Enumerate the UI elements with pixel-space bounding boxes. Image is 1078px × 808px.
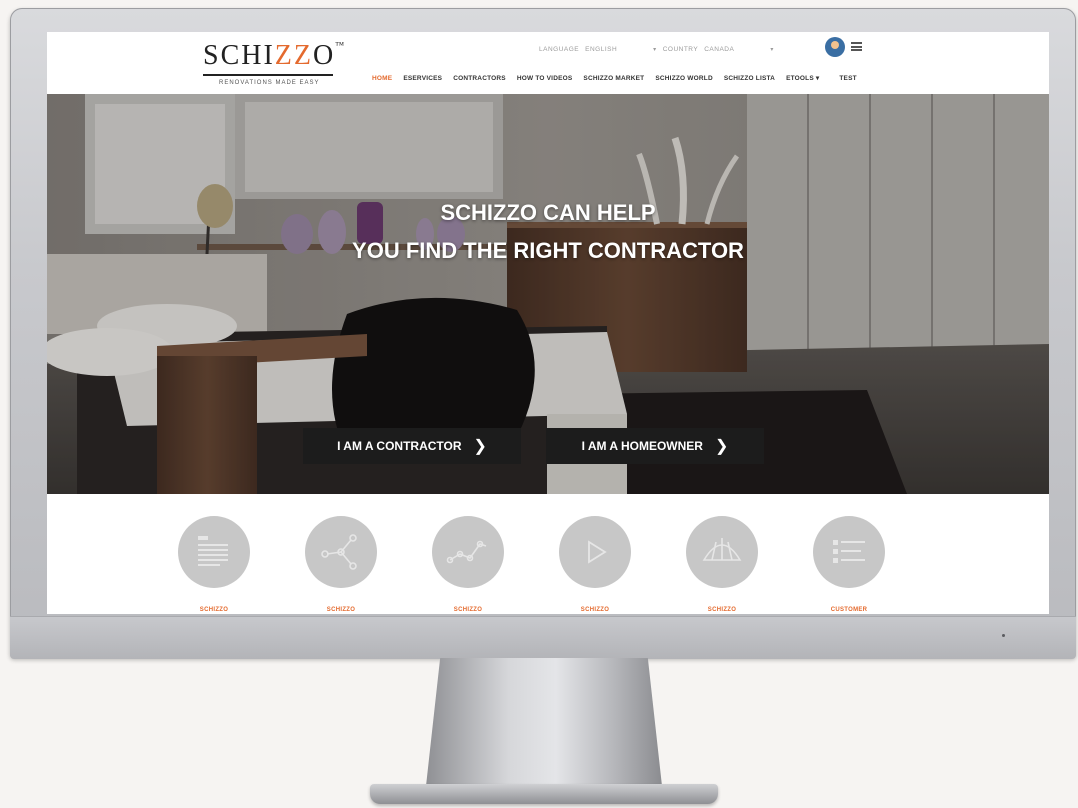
nav-item-test[interactable]: TEST [839, 75, 856, 82]
chevron-down-icon[interactable]: ▾ [653, 46, 657, 53]
logo-tagline: RENOVATIONS MADE EASY [219, 80, 320, 86]
monitor-chin [10, 616, 1076, 659]
locale-bar: LANGUAGE ENGLISH ▾ COUNTRY CANADA ▾ [539, 42, 780, 56]
nav-item-schizzo-world[interactable]: SCHIZZO WORLD [655, 75, 712, 82]
nav-item-eservices[interactable]: ESERVICES [403, 75, 442, 82]
feature-label: SCHIZZO MARKET [326, 607, 356, 613]
homeowner-button[interactable]: I AM A HOMEOWNER ❯ [546, 428, 764, 464]
hamburger-menu-icon[interactable] [851, 42, 862, 51]
feature-label: SCHIZZO WORLD [453, 607, 483, 613]
feature-schizzo-contractors[interactable]: SCHIZZO CONTRACTORS [667, 516, 777, 614]
country-select[interactable]: CANADA [704, 46, 734, 53]
nav-item-home[interactable]: HOME [372, 75, 392, 82]
nav-item-etools[interactable]: ETOOLS ▾ [786, 74, 819, 82]
play-icon [559, 516, 631, 588]
line-graph-icon [432, 516, 504, 588]
user-avatar-icon[interactable] [825, 37, 845, 57]
site-logo[interactable]: SCHIZZO™ RENOVATIONS MADE EASY [199, 40, 349, 88]
monitor-stand-neck [426, 658, 662, 786]
site-header: SCHIZZO™ RENOVATIONS MADE EASY LANGUAGE … [47, 32, 1049, 94]
power-indicator [1002, 634, 1005, 637]
feature-schizzo-videos[interactable]: SCHIZZO VIDEOS [540, 516, 650, 614]
website-screen: SCHIZZO™ RENOVATIONS MADE EASY LANGUAGE … [47, 32, 1049, 614]
feature-customer-reviews[interactable]: CUSTOMER REVIEWS [794, 516, 904, 614]
nav-item-schizzo-lista[interactable]: SCHIZZO LISTA [724, 75, 775, 82]
logo-wordmark: SCHIZZO™ [203, 40, 347, 71]
contractor-button[interactable]: I AM A CONTRACTOR ❯ [303, 428, 521, 464]
feature-label: SCHIZZO LISTA [199, 607, 229, 613]
language-select[interactable]: ENGLISH [585, 46, 617, 53]
feature-schizzo-world[interactable]: SCHIZZO WORLD [413, 516, 523, 614]
hero-title-line-1: SCHIZZO CAN HELP [440, 200, 656, 225]
feature-schizzo-market[interactable]: SCHIZZO MARKET [286, 516, 396, 614]
list-document-icon [178, 516, 250, 588]
logo-underline [203, 74, 333, 76]
feature-label: SCHIZZO VIDEOS [580, 607, 610, 613]
nav-item-schizzo-market[interactable]: SCHIZZO MARKET [583, 75, 644, 82]
feature-label: SCHIZZO CONTRACTORS [707, 607, 737, 613]
monitor-stand-base [370, 784, 718, 804]
language-label: LANGUAGE [539, 45, 580, 53]
nav-item-contractors[interactable]: CONTRACTORS [453, 75, 506, 82]
main-nav: HOME ESERVICES CONTRACTORS HOW TO VIDEOS… [372, 72, 868, 84]
chevron-right-icon: ❯ [714, 438, 729, 455]
hero-banner: SCHIZZO CAN HELP YOU FIND THE RIGHT CONT… [47, 94, 1049, 494]
country-label: COUNTRY [662, 45, 699, 53]
contractor-button-label: I AM A CONTRACTOR [337, 439, 462, 453]
homeowner-button-label: I AM A HOMEOWNER [581, 439, 703, 453]
checklist-icon [813, 516, 885, 588]
network-nodes-icon [305, 516, 377, 588]
feature-links: SCHIZZO LISTA SCHIZZO MARKET [47, 494, 1049, 614]
dome-tent-icon [686, 516, 758, 588]
feature-label: CUSTOMER REVIEWS [830, 607, 868, 613]
chevron-right-icon: ❯ [473, 438, 487, 455]
feature-schizzo-lista[interactable]: SCHIZZO LISTA [159, 516, 269, 614]
nav-item-how-to-videos[interactable]: HOW TO VIDEOS [517, 75, 573, 82]
chevron-down-icon[interactable]: ▾ [770, 46, 774, 53]
hero-title-line-2: YOU FIND THE RIGHT CONTRACTOR [352, 238, 744, 263]
